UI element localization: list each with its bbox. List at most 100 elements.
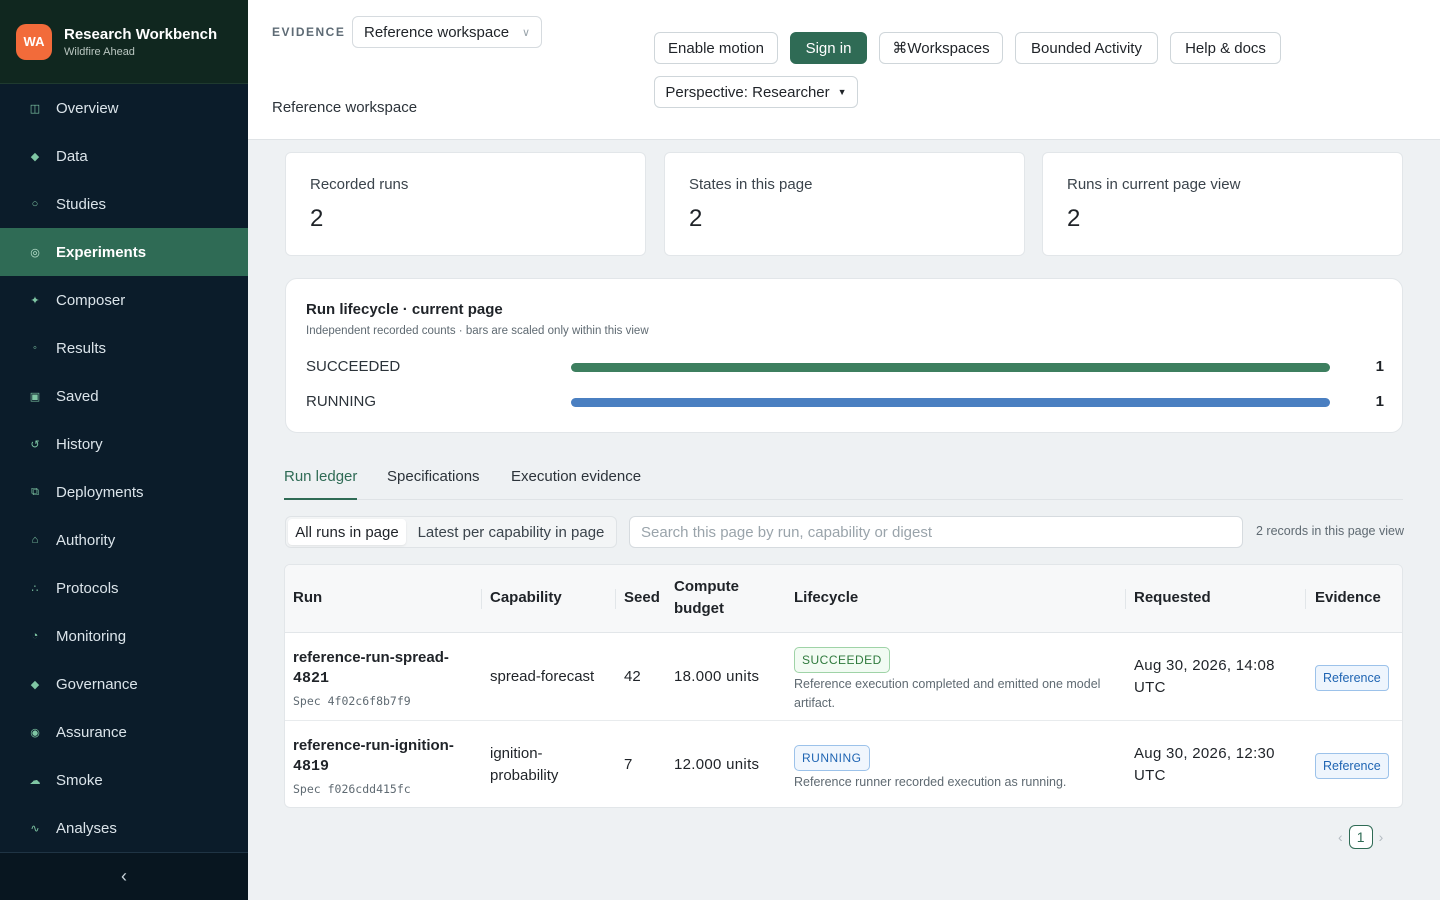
lifecycle-title: Run lifecycle · current page — [306, 301, 503, 318]
run-name-line1[interactable]: reference-run-ignition- — [293, 735, 473, 756]
collapse-sidebar-button[interactable]: ‹ — [0, 852, 248, 900]
sidebar-item-composer[interactable]: ✦ Composer — [0, 276, 248, 324]
col-capability[interactable]: Capability — [490, 587, 562, 609]
column-divider — [481, 589, 482, 609]
next-page-icon[interactable]: › — [1379, 829, 1384, 845]
search-input[interactable] — [629, 516, 1243, 548]
sidebar-item-label: Assurance — [56, 723, 127, 741]
capability-cell: spread-forecast — [490, 668, 595, 685]
perspective-label: Perspective: Researcher — [665, 83, 830, 101]
lifecycle-count: 1 — [1375, 358, 1384, 375]
authority-icon: ⌂ — [31, 534, 39, 546]
col-requested[interactable]: Requested — [1134, 587, 1211, 609]
sidebar-item-analyses[interactable]: ∿ Analyses — [0, 804, 248, 852]
perspective-button[interactable]: Perspective: Researcher ▼ — [654, 76, 858, 108]
run-scope-toggle: All runs in page Latest per capability i… — [285, 516, 617, 548]
col-evidence[interactable]: Evidence — [1315, 587, 1381, 609]
experiments-icon: ◎ — [30, 246, 40, 259]
tab-execution-evidence[interactable]: Execution evidence — [511, 468, 641, 500]
lifecycle-state: SUCCEEDED — [306, 358, 401, 375]
col-compute-budget[interactable]: Compute budget — [674, 576, 739, 620]
sidebar-item-saved[interactable]: ▣ Saved — [0, 372, 248, 420]
sidebar-item-results[interactable]: ◦ Results — [0, 324, 248, 372]
budget-cell: 12.000 units — [674, 756, 760, 773]
composer-icon: ✦ — [30, 294, 40, 307]
protocols-icon: ∴ — [31, 582, 39, 595]
sidebar-item-label: Deployments — [56, 483, 144, 501]
sidebar-item-label: Composer — [56, 291, 126, 309]
capability-line1: ignition- — [490, 745, 543, 762]
sidebar-nav: ◫ Overview ◆ Data ○ Studies ◎ Experiments ✦ Compo… — [0, 84, 248, 852]
workspaces-button[interactable]: ⌘Workspaces — [879, 32, 1003, 64]
seed-cell: 7 — [624, 756, 633, 773]
sidebar-item-label: Experiments — [56, 243, 147, 261]
monitoring-icon: ◔ — [31, 630, 39, 642]
data-icon: ◆ — [30, 150, 40, 163]
help-docs-button[interactable]: Help & docs — [1170, 32, 1281, 64]
bounded-activity-button[interactable]: Bounded Activity — [1015, 32, 1158, 64]
table-row[interactable]: reference-run-ignition- 4819 Spec f026cd… — [285, 721, 1402, 807]
col-compute-budget-line1: Compute — [674, 578, 739, 595]
seg-all-runs[interactable]: All runs in page — [288, 519, 406, 545]
table-row[interactable]: reference-run-spread- 4821 Spec 4f02c6f8… — [285, 633, 1402, 721]
lifecycle-state: RUNNING — [306, 393, 376, 410]
tab-run-ledger[interactable]: Run ledger — [284, 468, 358, 500]
prev-page-icon[interactable]: ‹ — [1338, 829, 1343, 845]
column-divider — [1125, 589, 1126, 609]
sidebar-item-overview[interactable]: ◫ Overview — [0, 84, 248, 132]
pagination: ‹ 1 › — [1338, 825, 1383, 849]
smoke-icon: ☁ — [29, 774, 41, 787]
run-name-line1[interactable]: reference-run-spread- — [293, 647, 473, 668]
lifecycle-row-succeeded: SUCCEEDED 1 — [306, 358, 1384, 378]
evidence-reference-tag[interactable]: Reference — [1315, 753, 1389, 779]
brand[interactable]: WA Research Workbench Wildfire Ahead — [0, 0, 248, 84]
sidebar-item-deployments[interactable]: ⧉ Deployments — [0, 468, 248, 516]
workspace-select-value: Reference workspace — [364, 23, 510, 41]
app-title: Research Workbench — [64, 25, 218, 43]
evidence-cell: Reference — [1315, 753, 1389, 779]
app-subtitle: Wildfire Ahead — [64, 45, 135, 58]
top-header: EVIDENCE Reference workspace ∨ Reference… — [248, 0, 1440, 140]
sidebar-item-protocols[interactable]: ∴ Protocols — [0, 564, 248, 612]
lifecycle-bar-track — [571, 363, 1330, 372]
studies-icon: ○ — [31, 198, 39, 210]
lifecycle-count: 1 — [1375, 393, 1384, 410]
sidebar-item-authority[interactable]: ⌂ Authority — [0, 516, 248, 564]
saved-icon: ▣ — [29, 390, 41, 403]
lifecycle-cell: SUCCEEDED Reference execution completed … — [794, 647, 1114, 713]
sidebar-item-data[interactable]: ◆ Data — [0, 132, 248, 180]
col-lifecycle[interactable]: Lifecycle — [794, 587, 858, 609]
enable-motion-button[interactable]: Enable motion — [654, 32, 778, 64]
evidence-label: EVIDENCE — [272, 25, 346, 39]
record-count: 2 records in this page view — [1256, 524, 1404, 538]
col-seed[interactable]: Seed — [624, 587, 660, 609]
col-run[interactable]: Run — [293, 587, 322, 609]
lifecycle-bar-track — [571, 398, 1330, 407]
seg-latest-per-capability[interactable]: Latest per capability in page — [408, 519, 614, 545]
sidebar-item-assurance[interactable]: ◉ Assurance — [0, 708, 248, 756]
evidence-reference-tag[interactable]: Reference — [1315, 665, 1389, 691]
sidebar-item-governance[interactable]: ◆ Governance — [0, 660, 248, 708]
history-icon: ↺ — [30, 438, 40, 451]
view-tabs: Run ledger Specifications Execution evid… — [284, 464, 1403, 500]
page-number-button[interactable]: 1 — [1348, 825, 1373, 849]
lifecycle-bar-succeeded — [571, 363, 1330, 372]
run-name-line2[interactable]: 4821 — [293, 668, 473, 689]
stat-label: States in this page — [689, 176, 813, 193]
sidebar-item-smoke[interactable]: ☁ Smoke — [0, 756, 248, 804]
sidebar-item-studies[interactable]: ○ Studies — [0, 180, 248, 228]
sidebar-item-monitoring[interactable]: ◔ Monitoring — [0, 612, 248, 660]
tab-specifications[interactable]: Specifications — [387, 468, 480, 500]
sidebar-item-label: Monitoring — [56, 627, 127, 645]
sidebar-item-experiments[interactable]: ◎ Experiments — [0, 228, 248, 276]
stat-label: Recorded runs — [310, 176, 409, 193]
sidebar-item-history[interactable]: ↺ History — [0, 420, 248, 468]
evidence-cell: Reference — [1315, 665, 1389, 691]
governance-icon: ◆ — [30, 678, 40, 691]
run-name-line2[interactable]: 4819 — [293, 756, 473, 777]
sign-in-button[interactable]: Sign in — [790, 32, 867, 64]
workspace-select[interactable]: Reference workspace ∨ — [352, 16, 542, 48]
stat-card-runs-in-view: Runs in current page view 2 — [1042, 152, 1403, 256]
status-description: Reference runner recorded execution as r… — [794, 775, 1067, 789]
sidebar-item-label: Studies — [56, 195, 107, 213]
